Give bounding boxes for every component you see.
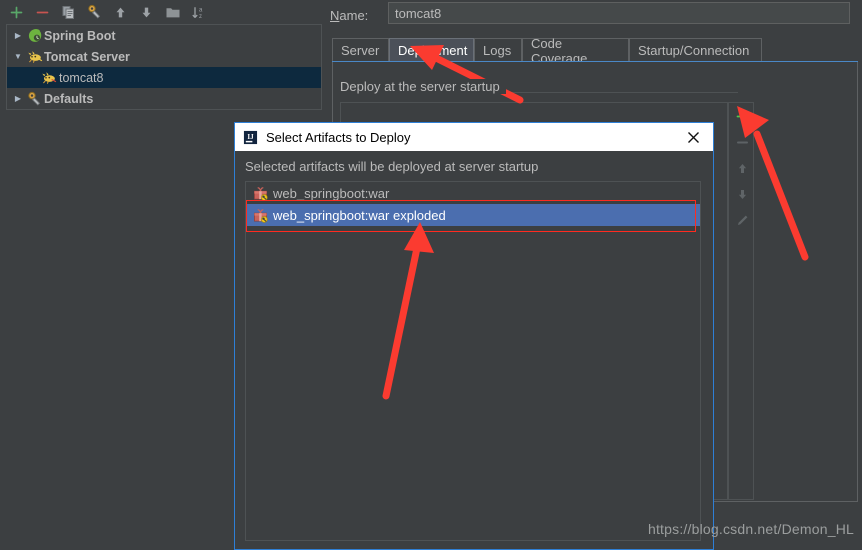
tab-logs[interactable]: Logs	[474, 38, 522, 62]
chevron-right-icon[interactable]: ▶	[11, 31, 25, 40]
deployment-side-toolbar	[728, 102, 754, 500]
artifact-label: web_springboot:war	[273, 185, 390, 201]
configuration-tabs: Server Deployment Logs Code Coverage Sta…	[332, 36, 858, 66]
name-input[interactable]	[388, 2, 850, 24]
tree-item-tomcat-server[interactable]: ▼ Tomcat Server	[7, 46, 321, 67]
artifact-icon	[250, 207, 270, 223]
edit-artifact-pencil-icon[interactable]	[729, 207, 755, 233]
select-artifacts-dialog: IJ Select Artifacts to Deploy Selected a…	[234, 122, 714, 550]
remove-artifact-button[interactable]	[729, 129, 755, 155]
tab-server[interactable]: Server	[332, 38, 389, 62]
move-up-icon[interactable]	[112, 4, 129, 21]
tree-item-tomcat8[interactable]: tomcat8	[7, 67, 321, 88]
spring-boot-icon	[25, 28, 44, 43]
tab-code-coverage[interactable]: Code Coverage	[522, 36, 629, 66]
dialog-title-bar[interactable]: IJ Select Artifacts to Deploy	[235, 123, 713, 151]
name-label: Name:	[330, 7, 369, 23]
tree-item-defaults[interactable]: ▶ Defaults	[7, 88, 321, 109]
svg-text:z: z	[199, 14, 202, 20]
configurations-tree[interactable]: ▶ Spring Boot ▼ Tomcat Server tomcat8 ▶ …	[6, 24, 322, 110]
add-icon[interactable]	[8, 4, 25, 21]
deploy-section-label: Deploy at the server startup	[340, 79, 506, 94]
artifact-list-item[interactable]: web_springboot:war	[246, 182, 700, 204]
remove-icon[interactable]	[34, 4, 51, 21]
watermark-text: https://blog.csdn.net/Demon_HL	[647, 521, 854, 537]
add-artifact-button[interactable]	[729, 103, 755, 129]
chevron-right-icon[interactable]: ▶	[11, 94, 25, 103]
artifact-icon	[250, 185, 270, 201]
folder-icon[interactable]	[164, 4, 181, 21]
configurations-toolbar: a z	[0, 0, 330, 24]
edit-templates-wrench-icon[interactable]	[86, 4, 103, 21]
tomcat-icon	[39, 70, 59, 85]
intellij-idea-icon: IJ	[243, 129, 258, 145]
wrench-icon	[25, 91, 44, 107]
dialog-hint-text: Selected artifacts will be deployed at s…	[245, 159, 539, 174]
artifact-label: web_springboot:war exploded	[273, 207, 446, 223]
artifact-list[interactable]: web_springboot:war web_springboot:war ex…	[245, 181, 701, 541]
sort-alphabetically-icon[interactable]: a z	[190, 4, 207, 21]
artifact-list-item[interactable]: web_springboot:war exploded	[246, 204, 700, 226]
tab-startup-connection[interactable]: Startup/Connection	[629, 38, 762, 62]
svg-text:IJ: IJ	[247, 133, 254, 141]
tree-item-label: Defaults	[44, 91, 94, 106]
chevron-down-icon[interactable]: ▼	[11, 52, 25, 61]
copy-icon[interactable]	[60, 4, 77, 21]
tree-item-label: Tomcat Server	[44, 49, 130, 64]
move-up-artifact-button[interactable]	[729, 155, 755, 181]
tomcat-icon	[25, 49, 44, 64]
tree-item-spring-boot[interactable]: ▶ Spring Boot	[7, 25, 321, 46]
close-icon[interactable]	[683, 127, 703, 147]
tree-item-label: tomcat8	[59, 70, 104, 85]
tree-item-label: Spring Boot	[44, 28, 116, 43]
svg-text:a: a	[199, 7, 203, 13]
tab-deployment[interactable]: Deployment	[389, 38, 474, 62]
dialog-title: Select Artifacts to Deploy	[266, 129, 411, 145]
move-down-artifact-button[interactable]	[729, 181, 755, 207]
move-down-icon[interactable]	[138, 4, 155, 21]
dialog-body: Selected artifacts will be deployed at s…	[235, 151, 713, 549]
application-window: a z ▶ Spring Boot ▼ Tomcat Server tomcat…	[0, 0, 862, 550]
